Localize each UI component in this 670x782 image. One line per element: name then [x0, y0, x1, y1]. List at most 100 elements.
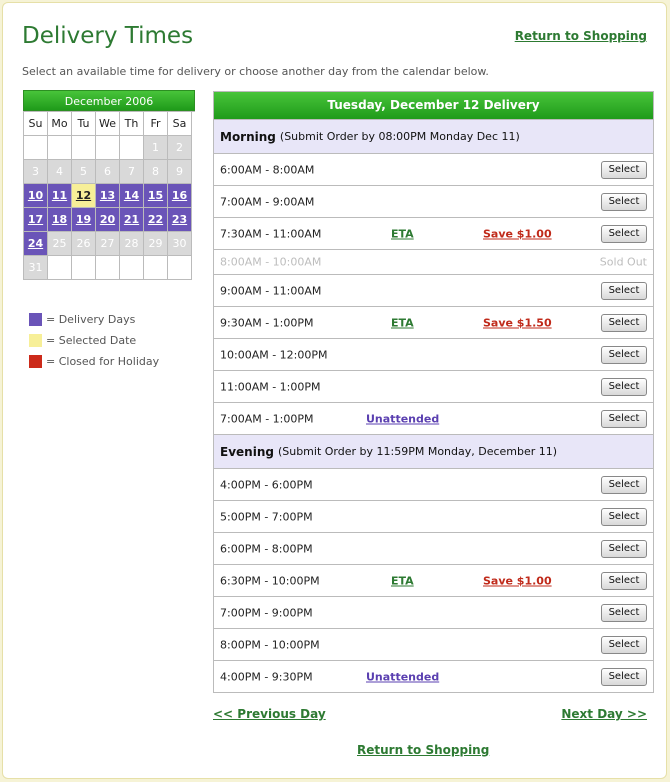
calendar-day-of-week: Tu: [72, 112, 96, 136]
select-button[interactable]: Select: [601, 507, 647, 526]
legend-swatch: [29, 313, 42, 326]
legend-item: = Delivery Days: [29, 309, 159, 330]
calendar-day-unavailable: 30: [168, 232, 192, 256]
select-button[interactable]: Select: [601, 160, 647, 179]
calendar-day-delivery[interactable]: 22: [144, 208, 168, 232]
select-button[interactable]: Select: [601, 635, 647, 654]
calendar-empty-cell: [120, 256, 144, 280]
select-button[interactable]: Select: [601, 345, 647, 364]
calendar-day-delivery[interactable]: 15: [144, 184, 168, 208]
section-name: Evening: [220, 444, 274, 459]
time-slot-row: 7:00AM - 1:00PM Unattended Select: [214, 402, 653, 434]
time-slot-label: 7:00PM - 9:00PM: [220, 606, 313, 619]
time-slot-label: 5:00PM - 7:00PM: [220, 510, 313, 523]
calendar-day-delivery[interactable]: 20: [96, 208, 120, 232]
time-slot-row: 7:00PM - 9:00PM Select: [214, 596, 653, 628]
calendar-empty-cell: [24, 136, 48, 160]
calendar-empty-cell: [168, 256, 192, 280]
time-slot-row: 6:30PM - 10:00PM ETA Save $1.00 Select: [214, 564, 653, 596]
calendar-empty-cell: [48, 256, 72, 280]
section-cutoff-note: (Submit Order by 08:00PM Monday Dec 11): [279, 130, 520, 143]
save-discount-link[interactable]: Save $1.00: [483, 227, 552, 240]
time-slot-row: 4:00PM - 9:30PM Unattended Select: [214, 660, 653, 692]
section-header-evening: Evening (Submit Order by 11:59PM Monday, …: [214, 434, 653, 468]
calendar-day-unavailable: 7: [120, 160, 144, 184]
calendar-day-delivery[interactable]: 13: [96, 184, 120, 208]
legend-swatch: [29, 334, 42, 347]
calendar-day-of-week: Th: [120, 112, 144, 136]
select-button[interactable]: Select: [601, 409, 647, 428]
select-button[interactable]: Select: [601, 603, 647, 622]
calendar-day-unavailable: 8: [144, 160, 168, 184]
time-slot-label: 7:00AM - 1:00PM: [220, 412, 314, 425]
calendar-day-delivery[interactable]: 16: [168, 184, 192, 208]
calendar-day-delivery[interactable]: 11: [48, 184, 72, 208]
calendar-day-delivery[interactable]: 21: [120, 208, 144, 232]
calendar-day-unavailable: 6: [96, 160, 120, 184]
select-button[interactable]: Select: [601, 313, 647, 332]
time-slot-row: 9:30AM - 1:00PM ETA Save $1.50 Select: [214, 306, 653, 338]
section-cutoff-note: (Submit Order by 11:59PM Monday, Decembe…: [277, 445, 558, 458]
previous-day-link[interactable]: << Previous Day: [213, 707, 326, 721]
select-button[interactable]: Select: [601, 224, 647, 243]
calendar-day-unavailable: 31: [24, 256, 48, 280]
save-discount-link[interactable]: Save $1.50: [483, 316, 552, 329]
time-slot-row: 6:00PM - 8:00PM Select: [214, 532, 653, 564]
select-button[interactable]: Select: [601, 539, 647, 558]
time-slot-row: 10:00AM - 12:00PM Select: [214, 338, 653, 370]
calendar-day-unavailable: 26: [72, 232, 96, 256]
select-button[interactable]: Select: [601, 571, 647, 590]
calendar-day-unavailable: 28: [120, 232, 144, 256]
calendar-day-of-week: Su: [24, 112, 48, 136]
select-button[interactable]: Select: [601, 192, 647, 211]
time-slot-row: 7:30AM - 11:00AM ETA Save $1.00 Select: [214, 217, 653, 249]
calendar-day-selected[interactable]: 12: [72, 184, 96, 208]
save-discount-link[interactable]: Save $1.00: [483, 574, 552, 587]
calendar-day-unavailable: 5: [72, 160, 96, 184]
select-button[interactable]: Select: [601, 475, 647, 494]
time-slot-row: 11:00AM - 1:00PM Select: [214, 370, 653, 402]
select-button[interactable]: Select: [601, 281, 647, 300]
unattended-link[interactable]: Unattended: [366, 670, 439, 683]
instructions-text: Select an available time for delivery or…: [22, 65, 489, 78]
legend-swatch: [29, 355, 42, 368]
page-frame: Delivery Times Return to Shopping Select…: [2, 2, 667, 779]
calendar-day-of-week: Mo: [48, 112, 72, 136]
calendar-day-delivery[interactable]: 18: [48, 208, 72, 232]
calendar-day-unavailable: 29: [144, 232, 168, 256]
calendar: December 2006 Su Mo Tu We Th Fr Sa 1 2 3 4 5 6 7 8 9 10 1…: [23, 90, 195, 280]
next-day-link[interactable]: Next Day >>: [561, 707, 647, 721]
select-button[interactable]: Select: [601, 377, 647, 396]
calendar-day-delivery[interactable]: 23: [168, 208, 192, 232]
calendar-empty-cell: [72, 136, 96, 160]
unattended-link[interactable]: Unattended: [366, 412, 439, 425]
section-name: Morning: [220, 129, 276, 144]
legend-label: = Selected Date: [46, 334, 137, 347]
calendar-day-delivery[interactable]: 17: [24, 208, 48, 232]
legend-label: = Delivery Days: [46, 313, 136, 326]
time-slot-row: 9:00AM - 11:00AM Select: [214, 274, 653, 306]
calendar-day-unavailable: 25: [48, 232, 72, 256]
calendar-day-delivery[interactable]: 24: [24, 232, 48, 256]
calendar-day-delivery[interactable]: 14: [120, 184, 144, 208]
eta-link[interactable]: ETA: [391, 316, 414, 329]
eta-link[interactable]: ETA: [391, 574, 414, 587]
select-button[interactable]: Select: [601, 667, 647, 686]
return-to-shopping-link-top[interactable]: Return to Shopping: [515, 29, 647, 43]
time-slot-row: 5:00PM - 7:00PM Select: [214, 500, 653, 532]
delivery-schedule: Tuesday, December 12 Delivery Morning (Su…: [213, 91, 654, 693]
calendar-day-of-week: Sa: [168, 112, 192, 136]
eta-link[interactable]: ETA: [391, 227, 414, 240]
calendar-day-unavailable: 2: [168, 136, 192, 160]
time-slot-label: 11:00AM - 1:00PM: [220, 380, 321, 393]
time-slot-label: 6:00PM - 8:00PM: [220, 542, 313, 555]
calendar-grid: Su Mo Tu We Th Fr Sa 1 2 3 4 5 6 7 8 9 10 11 12 13 14 15 16 17 1…: [23, 111, 195, 280]
calendar-day-delivery[interactable]: 19: [72, 208, 96, 232]
time-slot-row: 6:00AM - 8:00AM Select: [214, 153, 653, 185]
return-to-shopping-link-bottom[interactable]: Return to Shopping: [357, 743, 489, 757]
calendar-day-unavailable: 27: [96, 232, 120, 256]
time-slot-row: 4:00PM - 6:00PM Select: [214, 468, 653, 500]
schedule-header: Tuesday, December 12 Delivery: [214, 92, 653, 119]
time-slot-label: 8:00PM - 10:00PM: [220, 638, 320, 651]
calendar-day-delivery[interactable]: 10: [24, 184, 48, 208]
